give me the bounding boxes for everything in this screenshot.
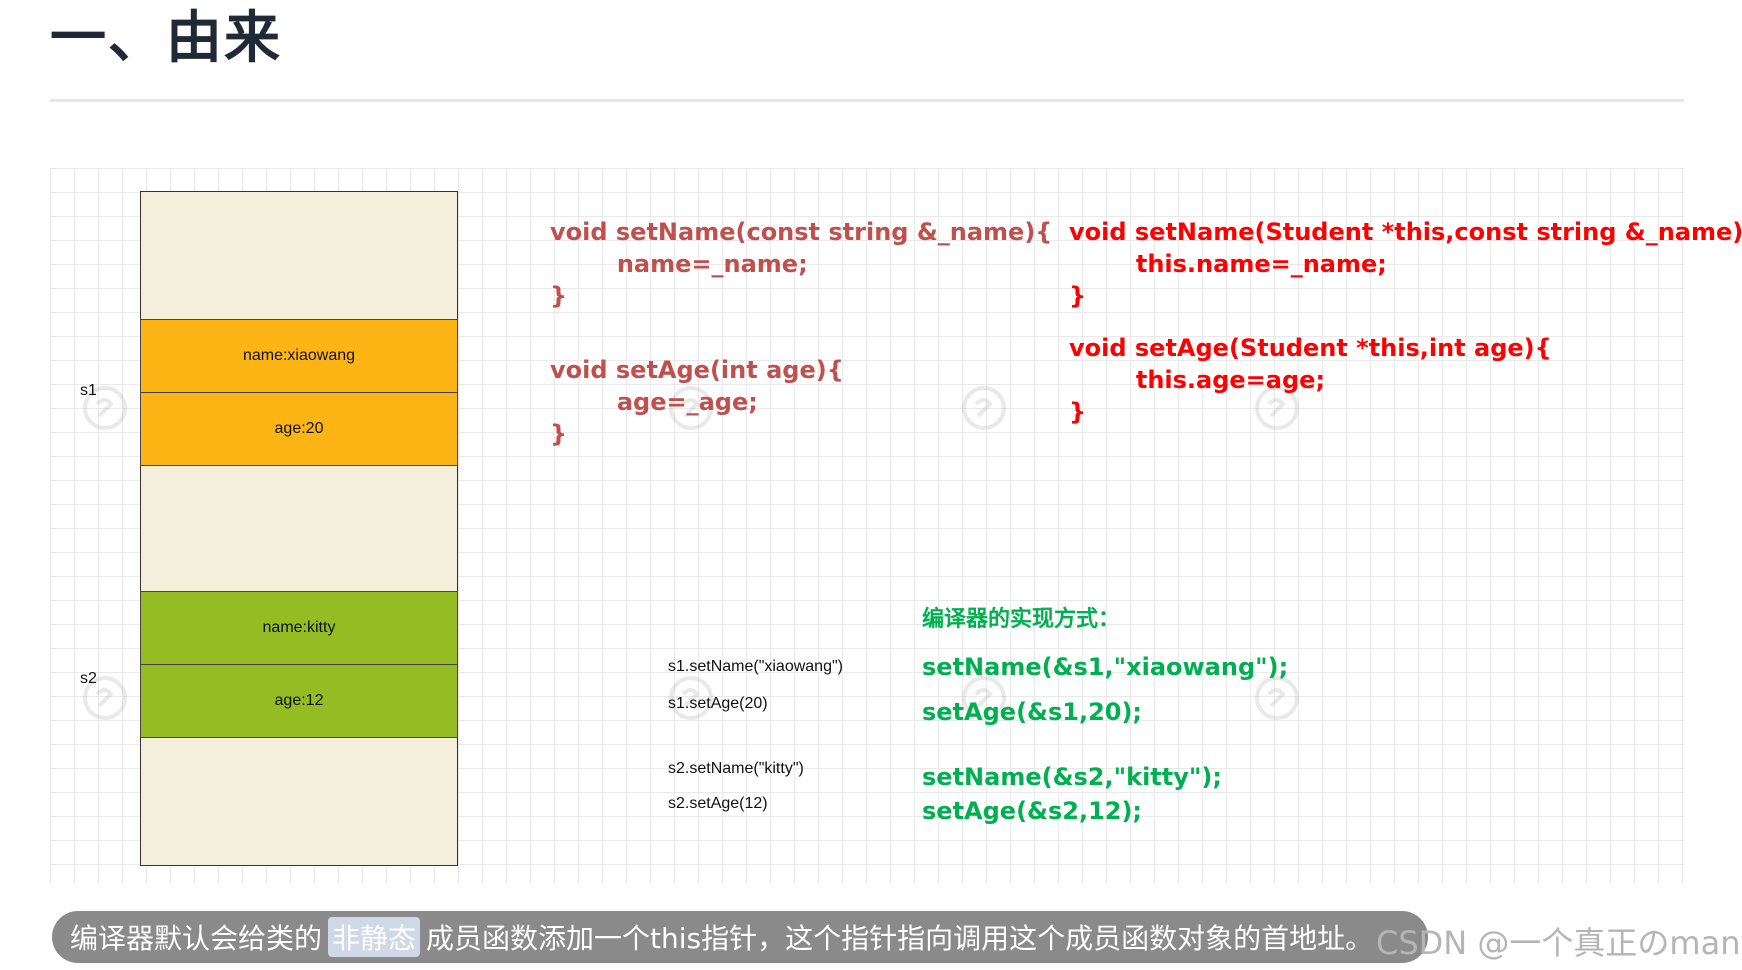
caption-text-start: 编译器默认会给类的 [70,922,323,955]
call-site: s2.setAge(12) [668,795,768,812]
csdn-watermark: CSDN @一个真正のman. [1376,924,1742,962]
compiled-code-line: this.name=_name; [1069,250,1387,278]
call-site: s1.setName("xiaowang") [668,658,843,675]
caption-highlight: 非静态 [328,917,421,957]
s2-name-field: name:kitty [140,591,458,665]
page-title: 一、由来 [50,6,282,71]
source-code-line: } [550,282,568,310]
caption-text-end: 成员函数添加一个this指针，这个指针指向调用这个成员函数对象的首地址。 [426,922,1374,955]
call-site: s1.setAge(20) [668,695,768,712]
source-code-line: name=_name; [550,250,808,278]
source-code-line: age=_age; [550,388,758,416]
compiled-code-line: void setAge(Student *this,int age){ [1069,334,1552,362]
compiler-code-line: setName(&s2,"kitty"); [922,763,1222,791]
compiled-code-line: } [1069,282,1087,310]
title-divider [50,99,1684,102]
caption-bar: 编译器默认会给类的 非静态 成员函数添加一个this指针，这个指针指向调用这个成… [52,911,1428,963]
compiler-code-line: setAge(&s1,20); [922,698,1143,726]
compiled-code-line: } [1069,398,1087,426]
compiler-code-line: setName(&s1,"xiaowang"); [922,653,1289,681]
s1-name-field: name:xiaowang [140,319,458,393]
call-site: s2.setName("kitty") [668,760,804,777]
compiler-heading: 编译器的实现方式： [922,607,1121,632]
watermark-logo-icon [962,386,1006,430]
source-code-line: } [550,420,568,448]
memory-block [140,191,458,866]
s2-age-field: age:12 [140,664,458,738]
compiler-code-line: setAge(&s2,12); [922,797,1143,825]
s1-age-field: age:20 [140,392,458,466]
s2-label: s2 [80,670,97,687]
s1-label: s1 [80,382,97,399]
source-code-line: void setAge(int age){ [550,356,844,384]
compiled-code-line: this.age=age; [1069,366,1326,394]
source-code-line: void setName(const string &_name){ [550,218,1053,246]
compiled-code-line: void setName(Student *this,const string … [1069,218,1742,246]
